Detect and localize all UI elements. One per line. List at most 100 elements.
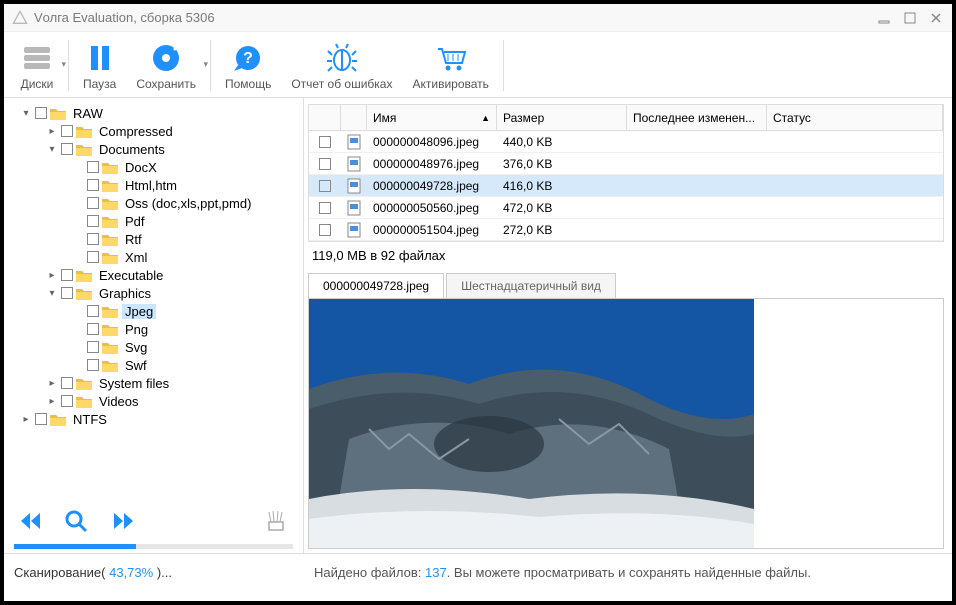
checkbox[interactable] <box>319 158 331 170</box>
tree-item-system[interactable]: ▸ System files <box>8 374 299 392</box>
pause-button[interactable]: Пауза <box>73 34 126 97</box>
tree-item-docx[interactable]: DocX <box>8 158 299 176</box>
tree-item-xml[interactable]: Xml <box>8 248 299 266</box>
col-icon[interactable] <box>341 105 367 130</box>
tree-item-swf[interactable]: Swf <box>8 356 299 374</box>
expand-icon[interactable]: ▸ <box>46 126 58 137</box>
file-icon <box>341 134 367 150</box>
expand-icon[interactable]: ▸ <box>46 396 58 407</box>
checkbox[interactable] <box>87 179 99 191</box>
col-modified[interactable]: Последнее изменен... <box>627 105 767 130</box>
file-row[interactable]: 000000048096.jpeg440,0 KB <box>309 131 943 153</box>
file-size: 272,0 KB <box>497 223 627 237</box>
app-logo-icon <box>12 10 28 26</box>
checkbox[interactable] <box>87 233 99 245</box>
checkbox[interactable] <box>61 143 73 155</box>
file-name: 000000048976.jpeg <box>367 157 497 171</box>
file-name: 000000049728.jpeg <box>367 179 497 193</box>
tree-item-svg[interactable]: Svg <box>8 338 299 356</box>
file-row[interactable]: 000000048976.jpeg376,0 KB <box>309 153 943 175</box>
window-title: Vолга Evaluation, сборка 5306 <box>34 10 215 25</box>
chevron-down-icon: ▾ <box>61 59 66 70</box>
checkbox[interactable] <box>35 107 47 119</box>
tree-label: Oss (doc,xls,ppt,pmd) <box>122 196 254 211</box>
expand-icon[interactable]: ▾ <box>46 288 58 299</box>
file-list: Имя▲ Размер Последнее изменен... Статус … <box>308 104 944 242</box>
expand-icon[interactable]: ▸ <box>46 270 58 281</box>
col-name[interactable]: Имя▲ <box>367 105 497 130</box>
status-bar: Сканирование( 43,73% )... Найдено файлов… <box>4 553 952 591</box>
bugreport-button[interactable]: Отчет об ошибках <box>281 34 402 97</box>
checkbox[interactable] <box>87 215 99 227</box>
tree-item-documents[interactable]: ▾ Documents <box>8 140 299 158</box>
tree-label: DocX <box>122 160 160 175</box>
left-panel: ▾RAW ▸ Compressed ▾ Documents DocXHtml,htm Oss… <box>4 98 304 553</box>
checkbox[interactable] <box>319 136 331 148</box>
checkbox[interactable] <box>87 359 99 371</box>
file-size: 416,0 KB <box>497 179 627 193</box>
checkbox[interactable] <box>61 395 73 407</box>
expand-icon[interactable]: ▸ <box>46 378 58 389</box>
checkbox[interactable] <box>87 341 99 353</box>
tree-item-executable[interactable]: ▸Executable <box>8 266 299 284</box>
tree-item-oss[interactable]: Oss (doc,xls,ppt,pmd) <box>8 194 299 212</box>
cart-icon <box>434 41 468 75</box>
tree-item-png[interactable]: Png <box>8 320 299 338</box>
file-row[interactable]: 000000049728.jpeg416,0 KB <box>309 175 943 197</box>
tab-hex-view[interactable]: Шестнадцатеричный вид <box>446 273 616 298</box>
col-status[interactable]: Статус <box>767 105 943 130</box>
save-button[interactable]: Сохранить ▾ <box>126 34 206 97</box>
tab-preview-file[interactable]: 000000049728.jpeg <box>308 273 444 298</box>
nav-clear-icon[interactable] <box>263 508 289 534</box>
checkbox[interactable] <box>61 269 73 281</box>
tree-label: Documents <box>96 142 168 157</box>
checkbox[interactable] <box>35 413 47 425</box>
file-row[interactable]: 000000051504.jpeg272,0 KB <box>309 219 943 241</box>
tree-item-pdf[interactable]: Pdf <box>8 212 299 230</box>
tree-label: System files <box>96 376 172 391</box>
checkbox[interactable] <box>319 202 331 214</box>
nav-search-icon[interactable] <box>64 509 90 533</box>
checkbox[interactable] <box>87 305 99 317</box>
col-check[interactable] <box>309 105 341 130</box>
nav-first-icon[interactable] <box>18 510 44 532</box>
tree-item-raw[interactable]: ▾RAW <box>8 104 299 122</box>
checkbox[interactable] <box>319 224 331 236</box>
checkbox[interactable] <box>61 125 73 137</box>
tree-label: Videos <box>96 394 142 409</box>
expand-icon[interactable]: ▸ <box>20 414 32 425</box>
file-size: 472,0 KB <box>497 201 627 215</box>
activate-button[interactable]: Активировать <box>402 34 498 97</box>
tree-item-compressed[interactable]: ▸ Compressed <box>8 122 299 140</box>
tree-item-rtf[interactable]: Rtf <box>8 230 299 248</box>
tree-item-jpeg[interactable]: Jpeg <box>8 302 299 320</box>
checkbox[interactable] <box>87 161 99 173</box>
tree-label: Swf <box>122 358 150 373</box>
expand-icon[interactable]: ▾ <box>20 108 32 119</box>
tree-item-html[interactable]: Html,htm <box>8 176 299 194</box>
col-size[interactable]: Размер <box>497 105 627 130</box>
tree-item-graphics[interactable]: ▾Graphics <box>8 284 299 302</box>
close-button[interactable] <box>928 11 944 25</box>
expand-icon[interactable]: ▾ <box>46 144 58 155</box>
checkbox[interactable] <box>61 377 73 389</box>
checkbox[interactable] <box>87 323 99 335</box>
disks-button[interactable]: Диски ▾ <box>10 34 64 97</box>
file-size: 440,0 KB <box>497 135 627 149</box>
checkbox[interactable] <box>87 197 99 209</box>
file-list-header: Имя▲ Размер Последнее изменен... Статус <box>309 105 943 131</box>
maximize-button[interactable] <box>902 11 918 25</box>
checkbox[interactable] <box>61 287 73 299</box>
nav-last-icon[interactable] <box>110 510 136 532</box>
svg-text:?: ? <box>243 50 253 67</box>
help-button[interactable]: ? Помощь <box>215 34 281 97</box>
tree-label: Compressed <box>96 124 176 139</box>
tree-item-ntfs[interactable]: ▸NTFS <box>8 410 299 428</box>
file-icon <box>341 200 367 216</box>
checkbox[interactable] <box>87 251 99 263</box>
checkbox[interactable] <box>319 180 331 192</box>
tree-item-videos[interactable]: ▸ Videos <box>8 392 299 410</box>
minimize-button[interactable] <box>876 11 892 25</box>
file-row[interactable]: 000000050560.jpeg472,0 KB <box>309 197 943 219</box>
folder-tree[interactable]: ▾RAW ▸ Compressed ▾ Documents DocXHtml,htm Oss… <box>8 104 299 500</box>
